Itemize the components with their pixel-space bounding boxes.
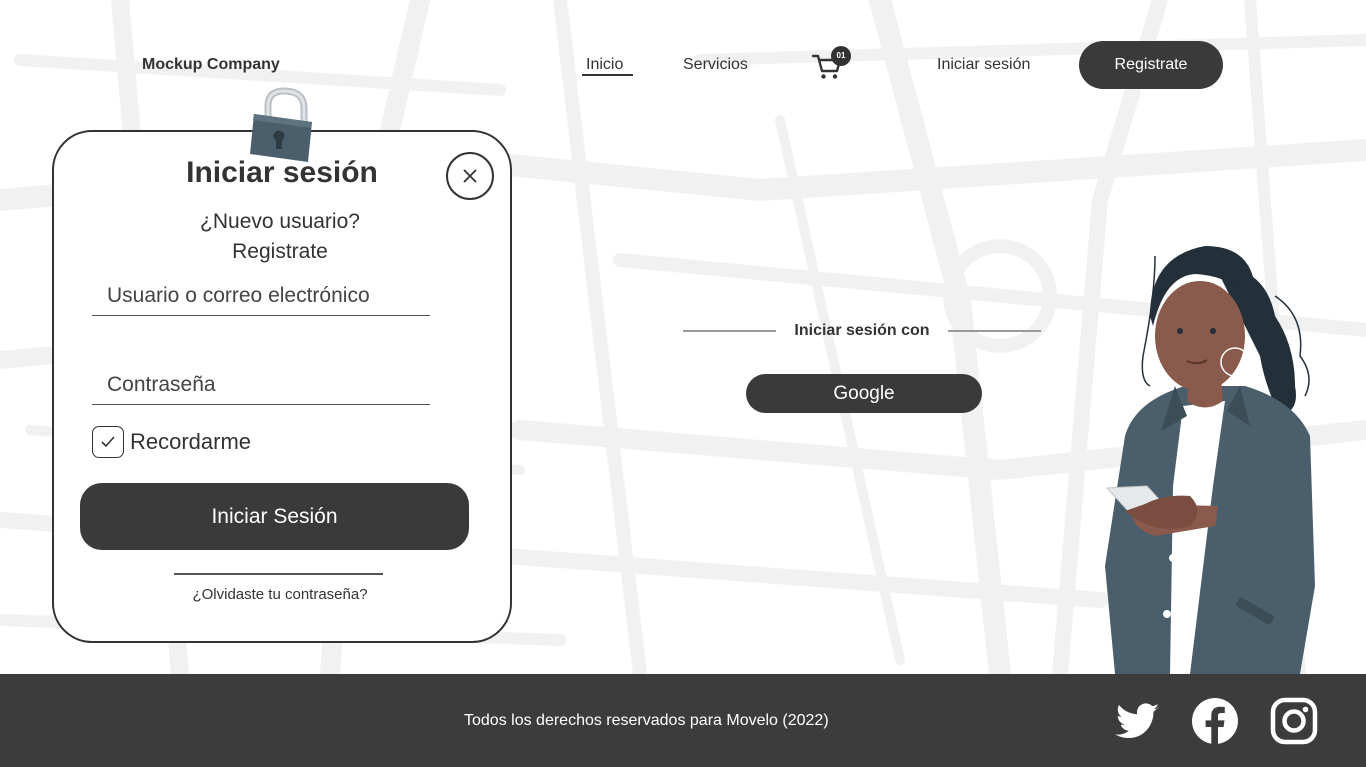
twitter-icon[interactable] xyxy=(1113,697,1161,745)
remember-label: Recordarme xyxy=(130,429,252,454)
close-button[interactable] xyxy=(446,152,494,200)
nav-services-link[interactable]: Servicios xyxy=(683,56,748,74)
username-input[interactable] xyxy=(92,276,430,315)
facebook-icon[interactable] xyxy=(1191,697,1239,745)
woman-with-phone-illustration xyxy=(1105,246,1315,674)
footer: Todos los derechos reservados para Movel… xyxy=(0,674,1366,767)
new-user-text: ¿Nuevo usuario? xyxy=(200,210,360,233)
remember-me-option[interactable]: Recordarme xyxy=(92,426,251,458)
close-icon xyxy=(463,169,477,183)
cart-count-badge: 01 xyxy=(831,46,851,66)
nav-home-link[interactable]: Inicio xyxy=(586,56,623,74)
footer-copyright: Todos los derechos reservados para Movel… xyxy=(464,712,829,729)
divider-right xyxy=(948,330,1041,332)
padlock-icon xyxy=(250,87,312,162)
divider xyxy=(174,573,383,575)
remember-checkbox[interactable] xyxy=(92,426,124,458)
check-icon xyxy=(101,436,115,448)
brand-logo[interactable]: Mockup Company xyxy=(142,56,280,74)
password-input[interactable] xyxy=(92,365,430,404)
divider-left xyxy=(683,330,776,332)
login-submit-button[interactable]: Iniciar Sesión xyxy=(80,483,469,550)
register-button[interactable]: Registrate xyxy=(1079,41,1223,89)
card-register-link[interactable]: Registrate xyxy=(54,240,506,264)
nav-login-link[interactable]: Iniciar sesión xyxy=(937,56,1030,74)
username-field-wrapper xyxy=(92,276,430,316)
login-card: Iniciar sesión ¿Nuevo usuario? Registrat… xyxy=(52,130,512,643)
password-field-wrapper xyxy=(92,365,430,405)
cart-button[interactable]: 01 xyxy=(811,46,851,82)
active-nav-underline xyxy=(582,74,633,76)
google-login-button[interactable]: Google xyxy=(746,374,982,413)
forgot-password-link[interactable]: ¿Olvidaste tu contraseña? xyxy=(54,586,506,603)
social-login-heading: Iniciar sesión con xyxy=(794,322,930,339)
instagram-icon[interactable] xyxy=(1270,697,1318,745)
